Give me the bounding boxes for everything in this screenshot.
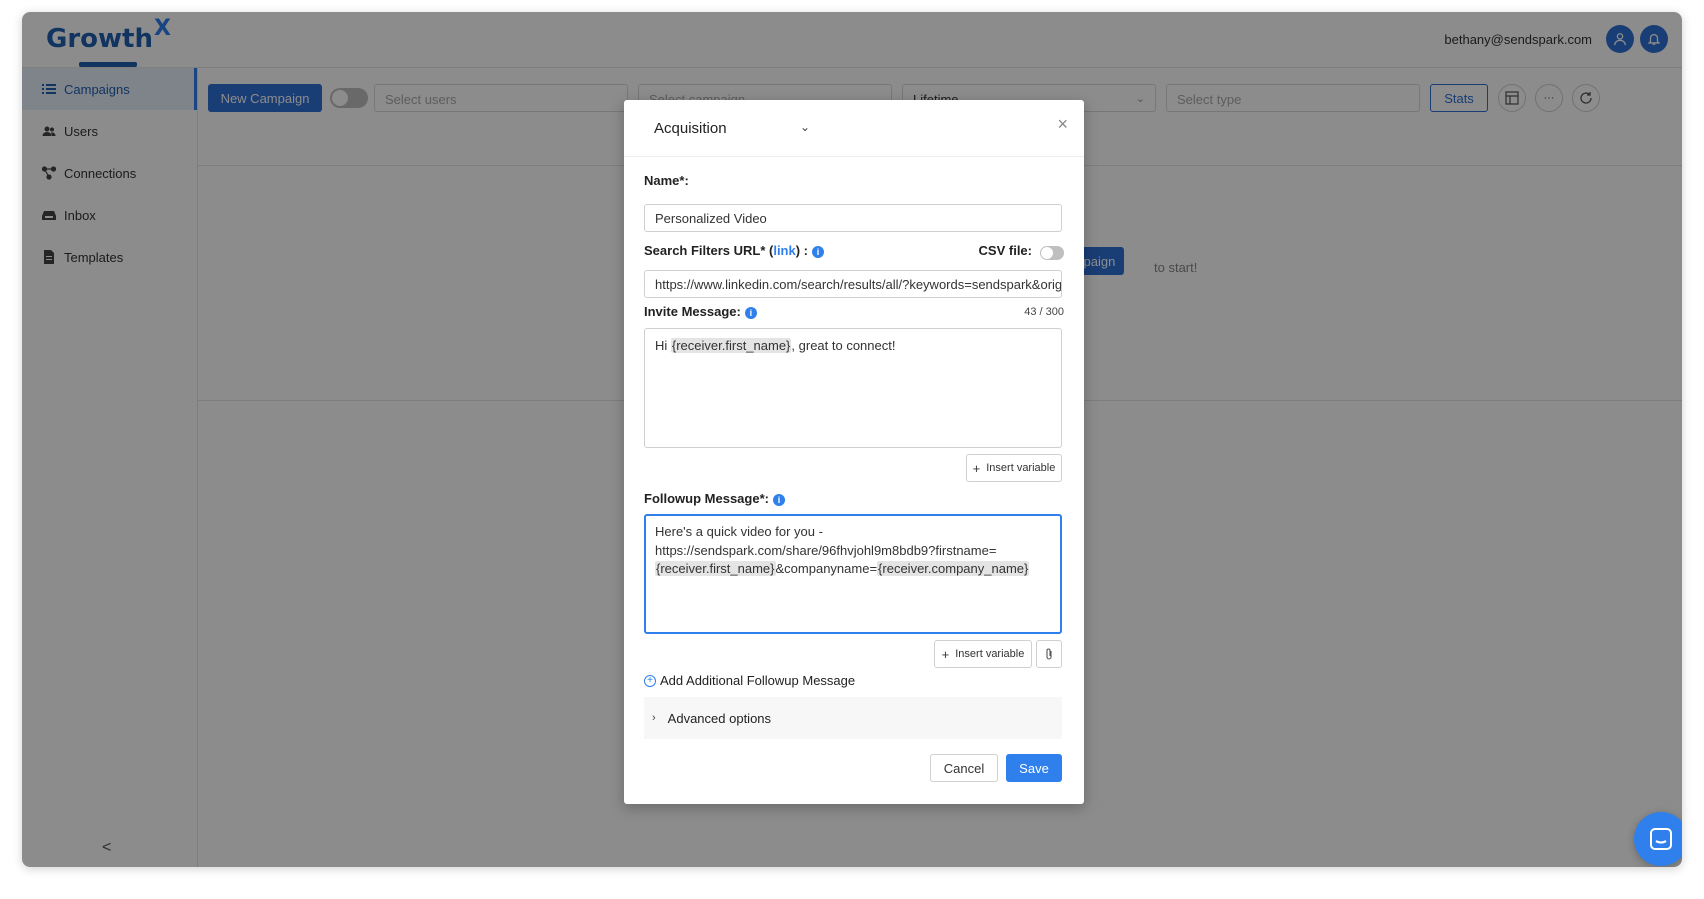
close-icon[interactable]: × xyxy=(1057,114,1068,135)
invite-char-counter: 43 / 300 xyxy=(1024,306,1064,318)
chevron-right-icon: › xyxy=(652,712,656,724)
chat-widget-button[interactable] xyxy=(1634,812,1682,866)
search-url-label-prefix: Search Filters URL* ( xyxy=(644,243,774,258)
search-url-label-suffix: ) : xyxy=(795,243,809,258)
insert-variable-label: Insert variable xyxy=(955,648,1025,660)
campaign-modal: Acquisition ⌄ × Name*: Personalized Vide… xyxy=(624,100,1084,804)
insert-variable-button[interactable]: + Insert variable xyxy=(934,640,1032,668)
plus-icon: + xyxy=(941,646,950,662)
add-followup-label: Add Additional Followup Message xyxy=(660,673,856,688)
info-icon[interactable]: i xyxy=(812,245,825,258)
plus-icon: + xyxy=(972,460,981,476)
cancel-button[interactable]: Cancel xyxy=(930,754,998,782)
chat-icon xyxy=(1650,828,1672,850)
insert-variable-button[interactable]: + Insert variable xyxy=(966,454,1062,482)
invite-text-prefix: Hi xyxy=(655,338,671,353)
variable-token: {receiver.first_name} xyxy=(655,561,776,576)
paperclip-icon xyxy=(1046,648,1052,660)
csv-file-toggle[interactable] xyxy=(1040,246,1064,260)
search-url-input[interactable]: https://www.linkedin.com/search/results/… xyxy=(644,270,1062,298)
insert-variable-label: Insert variable xyxy=(986,462,1056,474)
search-url-help-link[interactable]: link xyxy=(773,243,795,258)
invite-message-textarea[interactable]: Hi {receiver.first_name}, great to conne… xyxy=(644,328,1062,448)
csv-file-label: CSV file: xyxy=(978,243,1032,258)
invite-message-label: Invite Message: i xyxy=(644,304,757,319)
search-url-label: Search Filters URL* (link) :i xyxy=(644,243,825,258)
info-icon[interactable]: i xyxy=(772,493,785,506)
info-icon[interactable]: i xyxy=(744,306,757,319)
campaign-type-select[interactable]: Acquisition xyxy=(654,120,727,137)
save-button[interactable]: Save xyxy=(1006,754,1062,782)
variable-token: {receiver.company_name} xyxy=(877,561,1030,576)
followup-line-2: https://sendspark.com/share/96fhvjohl9m8… xyxy=(655,542,997,558)
plus-circle-icon: + xyxy=(644,674,656,687)
followup-mid-text: &companyname= xyxy=(775,561,878,576)
followup-line-1: Here's a quick video for you - xyxy=(655,524,823,539)
followup-message-textarea[interactable]: Here's a quick video for you - https://s… xyxy=(644,514,1062,634)
add-followup-link[interactable]: + Add Additional Followup Message xyxy=(644,673,855,688)
advanced-options-panel[interactable]: › Advanced options xyxy=(644,697,1062,739)
chevron-down-icon[interactable]: ⌄ xyxy=(800,120,810,134)
modal-header: Acquisition ⌄ × xyxy=(624,100,1084,157)
attach-button[interactable] xyxy=(1036,640,1062,668)
followup-message-label: Followup Message*: i xyxy=(644,491,785,506)
name-input[interactable]: Personalized Video xyxy=(644,204,1062,232)
name-label: Name*: xyxy=(644,173,689,188)
advanced-options-label: Advanced options xyxy=(667,710,772,726)
variable-token: {receiver.first_name} xyxy=(670,338,792,353)
invite-text-suffix: , great to connect! xyxy=(791,338,896,353)
followup-line-3: {receiver.first_name}&companyname={recei… xyxy=(655,560,1051,579)
invite-message-label-text: Invite Message: xyxy=(644,304,741,319)
followup-message-label-text: Followup Message*: xyxy=(644,491,769,506)
